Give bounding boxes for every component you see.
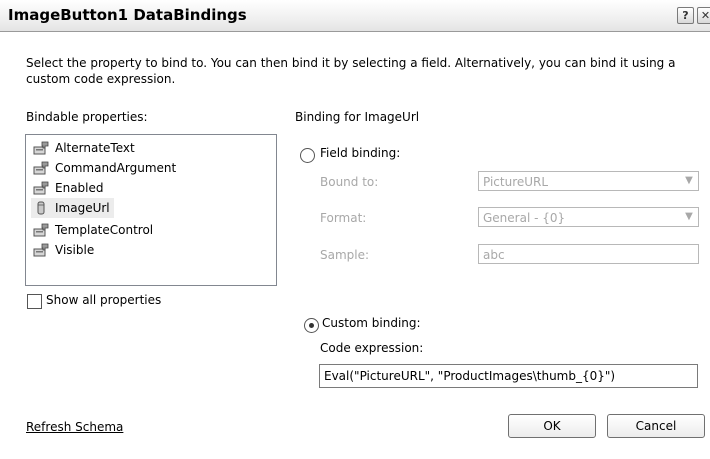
- list-item-visible[interactable]: Visible: [31, 240, 98, 260]
- close-button[interactable]: ✕: [697, 7, 710, 24]
- format-label: Format:: [320, 211, 367, 225]
- ok-button[interactable]: OK: [508, 414, 596, 438]
- databindings-dialog: ImageButton1 DataBindings ? ✕ Select the…: [0, 0, 710, 459]
- list-item-templatecontrol[interactable]: TemplateControl: [31, 220, 157, 240]
- chevron-down-icon: ▼: [685, 175, 693, 186]
- cancel-button[interactable]: Cancel: [607, 414, 705, 438]
- binding-header: Binding for ImageUrl: [295, 110, 420, 124]
- property-icon: [33, 141, 49, 155]
- list-item-commandargument[interactable]: CommandArgument: [31, 158, 180, 178]
- help-button[interactable]: ?: [677, 7, 694, 24]
- list-item-label: CommandArgument: [55, 161, 177, 175]
- bound-field-icon: [37, 201, 45, 215]
- help-icon: ?: [682, 9, 689, 22]
- bound-to-dropdown[interactable]: PictureURL ▼: [478, 171, 699, 191]
- dialog-title: ImageButton1 DataBindings: [8, 6, 247, 24]
- list-item-enabled[interactable]: Enabled: [31, 178, 108, 198]
- bound-to-label: Bound to:: [320, 175, 379, 189]
- field-binding-label: Field binding:: [320, 146, 401, 160]
- intro-text: Select the property to bind to. You can …: [26, 56, 676, 86]
- custom-binding-radio[interactable]: [304, 318, 319, 333]
- sample-label: Sample:: [320, 248, 370, 262]
- code-expression-input[interactable]: Eval("PictureURL", "ProductImages\thumb_…: [319, 364, 698, 388]
- list-item-alternatetext[interactable]: AlternateText: [31, 138, 139, 158]
- bindable-properties-list[interactable]: AlternateText CommandArgument Enabled Im…: [25, 134, 277, 286]
- format-dropdown[interactable]: General - {0} ▼: [478, 207, 699, 227]
- property-icon: [33, 243, 49, 257]
- list-item-label: AlternateText: [55, 141, 135, 155]
- list-item-label: Enabled: [55, 181, 104, 195]
- property-icon: [33, 223, 49, 237]
- radio-selected-dot: [309, 323, 314, 328]
- custom-binding-label: Custom binding:: [322, 316, 421, 330]
- chevron-down-icon: ▼: [685, 211, 693, 222]
- title-bar[interactable]: ImageButton1 DataBindings ? ✕: [0, 0, 710, 32]
- bound-to-value: PictureURL: [483, 175, 549, 189]
- list-item-label: TemplateControl: [55, 223, 154, 237]
- close-icon: ✕: [700, 9, 710, 22]
- sample-field: abc: [478, 244, 699, 264]
- field-binding-radio[interactable]: [300, 148, 315, 163]
- list-item-label: Visible: [55, 243, 95, 257]
- sample-value: abc: [483, 248, 505, 262]
- refresh-schema-link[interactable]: Refresh Schema: [26, 420, 123, 434]
- show-all-properties-label: Show all properties: [46, 293, 162, 307]
- property-icon: [33, 181, 49, 195]
- show-all-properties-checkbox[interactable]: [27, 294, 42, 309]
- property-icon: [33, 161, 49, 175]
- list-item-imageurl[interactable]: ImageUrl: [31, 198, 114, 218]
- list-item-label: ImageUrl: [55, 201, 110, 215]
- code-expression-label: Code expression:: [320, 341, 424, 355]
- bindable-properties-label: Bindable properties:: [26, 110, 148, 124]
- format-value: General - {0}: [483, 211, 566, 225]
